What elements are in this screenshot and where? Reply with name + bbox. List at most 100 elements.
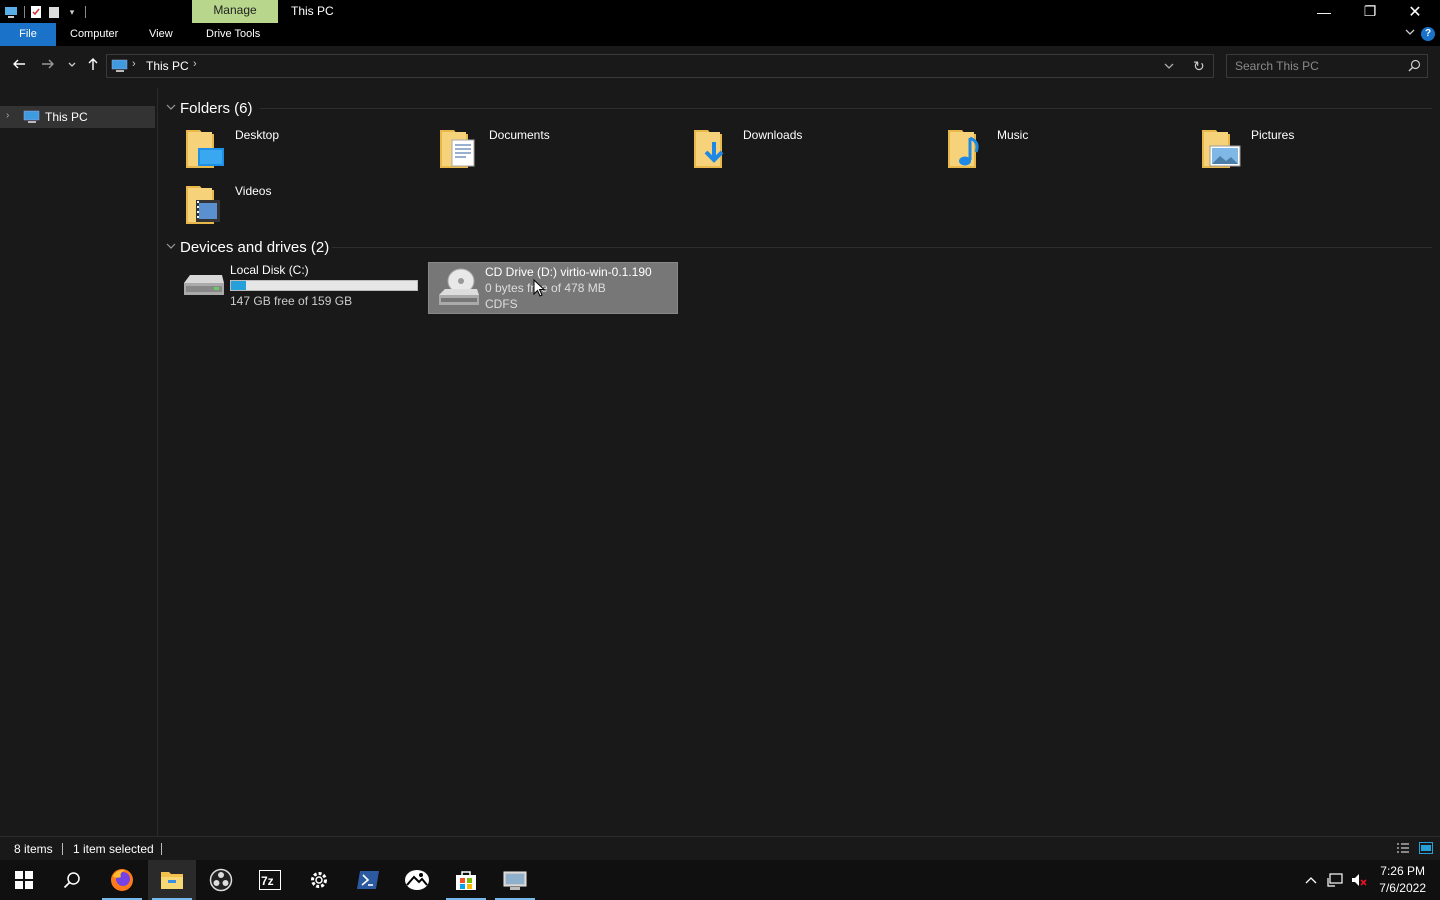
address-history-icon[interactable] xyxy=(1163,60,1175,75)
taskbar-network-app[interactable] xyxy=(491,860,539,900)
address-toolbar: › This PC › ↻ xyxy=(0,46,1440,88)
pictures-folder-icon xyxy=(1200,126,1244,173)
folder-name: Downloads xyxy=(743,128,803,142)
clock-date: 7/6/2022 xyxy=(1379,881,1426,895)
help-button[interactable]: ? xyxy=(1421,27,1435,41)
ribbon-tabs: File Computer View Drive Tools ? xyxy=(0,23,1440,46)
minimize-button[interactable]: — xyxy=(1301,0,1347,23)
divider xyxy=(161,843,162,855)
tab-computer[interactable]: Computer xyxy=(58,23,130,46)
drive-free-space: 147 GB free of 159 GB xyxy=(230,294,353,308)
hard-disk-icon xyxy=(180,269,226,302)
tiles-view-icon[interactable] xyxy=(1419,842,1433,854)
network-tray-icon[interactable] xyxy=(1324,860,1346,900)
taskbar-powershell[interactable] xyxy=(344,860,392,900)
powershell-icon xyxy=(357,871,379,889)
taskbar-search-button[interactable] xyxy=(48,860,96,900)
folder-videos[interactable]: Videos xyxy=(164,182,414,232)
divider xyxy=(24,5,25,18)
mouse-cursor-icon xyxy=(533,278,546,300)
search-icon xyxy=(63,872,80,889)
folder-documents[interactable]: Documents xyxy=(418,126,668,176)
volume-muted-icon xyxy=(1352,874,1367,886)
file-explorer-icon xyxy=(161,872,183,889)
recent-locations-button[interactable] xyxy=(63,57,81,74)
up-button[interactable] xyxy=(84,57,102,74)
selection-count: 1 item selected xyxy=(73,842,154,856)
search-box[interactable] xyxy=(1226,54,1428,78)
folder-name: Music xyxy=(997,128,1029,142)
quick-access-toolbar: ▾ xyxy=(0,0,86,23)
back-button[interactable] xyxy=(10,57,28,74)
volume-tray-icon[interactable] xyxy=(1348,860,1370,900)
new-folder-icon[interactable] xyxy=(47,5,61,19)
breadcrumb-separator-icon[interactable]: › xyxy=(132,58,136,70)
collapse-chevron-icon[interactable] xyxy=(166,241,180,254)
music-folder-icon xyxy=(946,126,990,173)
computer-icon[interactable] xyxy=(4,5,18,19)
folder-name: Videos xyxy=(235,184,272,198)
sidebar-item-label: This PC xyxy=(45,110,88,124)
group-title: Folders (6) xyxy=(180,99,253,117)
chevron-up-icon xyxy=(1305,877,1317,884)
folder-desktop[interactable]: Desktop xyxy=(164,126,414,176)
breadcrumb-this-pc[interactable]: This PC xyxy=(146,59,189,73)
expand-ribbon-icon[interactable] xyxy=(1404,26,1416,41)
search-input[interactable] xyxy=(1235,59,1405,73)
tab-view[interactable]: View xyxy=(137,23,185,46)
details-view-icon[interactable] xyxy=(1396,842,1410,854)
collapse-chevron-icon[interactable] xyxy=(166,102,180,115)
group-header-folders[interactable]: Folders (6) xyxy=(166,98,253,118)
network-app-icon xyxy=(503,871,527,890)
taskbar-firefox[interactable] xyxy=(98,860,146,900)
close-button[interactable]: ✕ xyxy=(1392,0,1438,23)
7zip-icon: 7z xyxy=(259,870,281,890)
firefox-icon xyxy=(111,869,133,891)
downloads-folder-icon xyxy=(692,126,736,173)
refresh-icon[interactable]: ↻ xyxy=(1193,58,1205,75)
taskbar-7zip[interactable]: 7z xyxy=(246,860,294,900)
start-button[interactable] xyxy=(0,860,48,900)
item-count: 8 items xyxy=(14,842,53,856)
folder-downloads[interactable]: Downloads xyxy=(672,126,922,176)
folder-name: Desktop xyxy=(235,128,280,142)
folder-name: Pictures xyxy=(1251,128,1295,142)
search-icon[interactable] xyxy=(1408,59,1421,75)
restore-button[interactable]: ❐ xyxy=(1347,0,1393,23)
svg-text:7z: 7z xyxy=(261,874,274,888)
taskbar-settings[interactable] xyxy=(295,860,343,900)
customize-toolbar-icon[interactable]: ▾ xyxy=(65,5,79,19)
tab-file[interactable]: File xyxy=(0,23,56,46)
navigation-pane: › This PC xyxy=(0,88,158,836)
breadcrumb-separator-icon[interactable]: › xyxy=(193,58,197,70)
arrow-left-icon xyxy=(13,59,25,69)
taskbar-clock[interactable]: 7:26 PM 7/6/2022 xyxy=(1379,863,1426,897)
folder-name: Documents xyxy=(489,128,550,142)
tab-manage[interactable]: Manage xyxy=(192,0,278,23)
tab-drive-tools[interactable]: Drive Tools xyxy=(194,23,272,46)
properties-icon[interactable] xyxy=(29,5,43,19)
drive-local-disk-c[interactable]: Local Disk (C:) 147 GB free of 159 GB xyxy=(174,261,424,313)
divider xyxy=(260,108,1432,109)
arrow-up-icon xyxy=(88,58,98,70)
taskbar-file-explorer[interactable] xyxy=(148,860,196,900)
taskbar-store[interactable] xyxy=(442,860,490,900)
documents-folder-icon xyxy=(438,126,482,173)
photos-icon xyxy=(405,870,429,890)
chevron-down-icon xyxy=(68,62,76,67)
expand-arrow-icon[interactable]: › xyxy=(6,110,9,121)
windows-icon xyxy=(15,871,33,889)
disk-usage-bar xyxy=(230,280,418,291)
taskbar-photos[interactable] xyxy=(393,860,441,900)
folder-pictures[interactable]: Pictures xyxy=(1180,126,1430,176)
forward-button[interactable] xyxy=(39,57,57,74)
folder-music[interactable]: Music xyxy=(926,126,1176,176)
drive-cd-d[interactable]: CD Drive (D:) virtio-win-0.1.190 0 bytes… xyxy=(428,262,678,314)
sidebar-item-this-pc[interactable]: › This PC xyxy=(0,106,155,128)
taskbar-obs[interactable] xyxy=(197,860,245,900)
group-header-devices-and-drives[interactable]: Devices and drives (2) xyxy=(166,237,329,257)
computer-icon xyxy=(23,110,41,127)
disk-usage-fill xyxy=(231,281,246,290)
address-bar[interactable]: › This PC › ↻ xyxy=(106,54,1214,78)
show-hidden-icons-button[interactable] xyxy=(1301,860,1321,900)
